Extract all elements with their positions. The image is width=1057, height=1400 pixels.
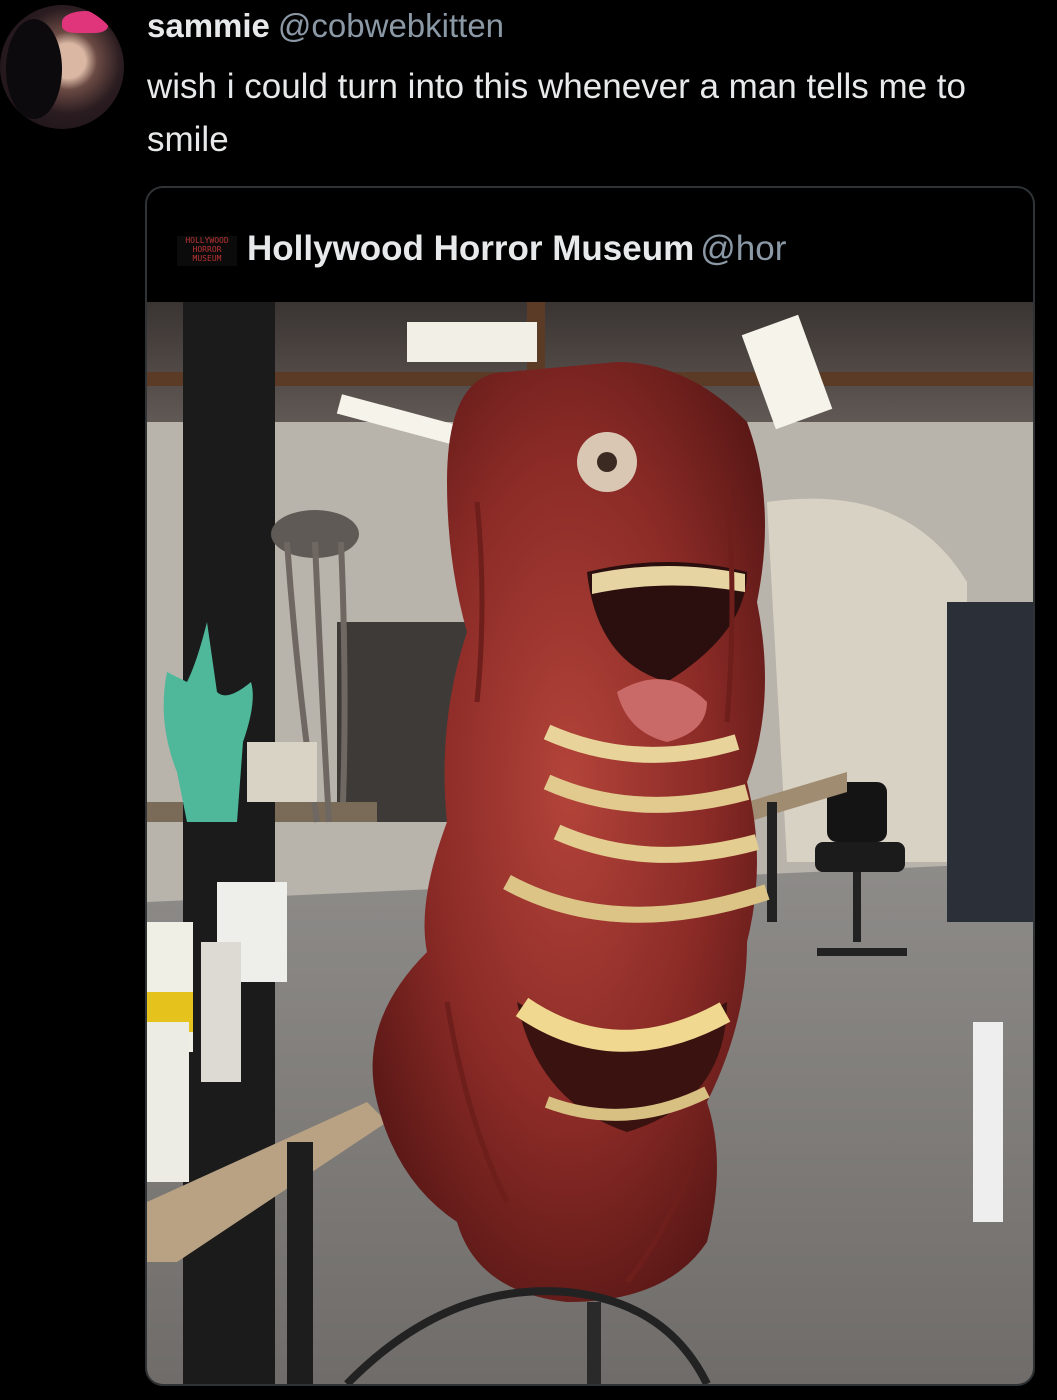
quoted-author-line: Hollywood Horror Museum @hor (247, 226, 786, 272)
avatar-hair (6, 19, 62, 119)
author-display-name[interactable]: sammie (147, 7, 270, 44)
cabinet (947, 602, 1033, 922)
avatar-hair-highlight (62, 11, 108, 33)
tweet-text: wish i could turn into this whenever a m… (147, 67, 966, 159)
tweet-header: sammie @cobwebkitten (147, 4, 504, 48)
quoted-author-display-name[interactable]: Hollywood Horror Museum (247, 229, 694, 268)
skylight (407, 322, 537, 362)
bottle (147, 1022, 189, 1182)
paper-note (247, 742, 317, 802)
quoted-author-avatar[interactable]: HOLLYWOOD HORROR MUSEUM (177, 236, 237, 266)
quoted-author-handle[interactable]: @hor (700, 229, 786, 268)
user-avatar[interactable] (0, 5, 124, 129)
quoted-avatar-text: MUSEUM (192, 254, 222, 263)
quoted-tweet-photo[interactable] (147, 302, 1033, 1384)
quoted-tweet-header: HOLLYWOOD HORROR MUSEUM Hollywood Horror… (147, 188, 1033, 302)
quoted-avatar-text: HORROR (192, 245, 222, 254)
spray-can (201, 942, 241, 1082)
quoted-avatar-text: HOLLYWOOD (185, 236, 229, 245)
workshop-photo-illustration (147, 302, 1033, 1384)
white-tube (973, 1022, 1003, 1222)
author-handle[interactable]: @cobwebkitten (278, 7, 504, 44)
quoted-tweet-card[interactable]: HOLLYWOOD HORROR MUSEUM Hollywood Horror… (145, 186, 1035, 1386)
